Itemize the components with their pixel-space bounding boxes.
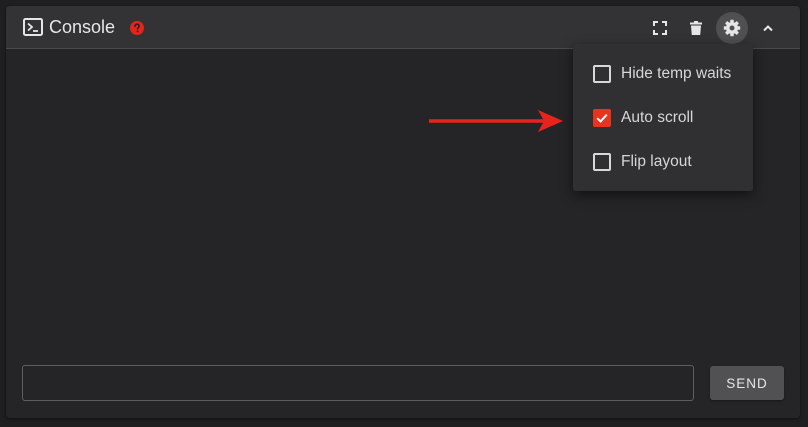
- gear-icon: [723, 19, 741, 37]
- send-button[interactable]: SEND: [710, 366, 784, 400]
- menu-item-hide-temp-waits[interactable]: Hide temp waits: [573, 54, 753, 94]
- menu-item-flip-layout[interactable]: Flip layout: [573, 142, 753, 182]
- auto-scroll-checkbox[interactable]: [593, 109, 611, 127]
- console-panel: Console Hide temp waits Auto scroll Flip…: [6, 6, 800, 418]
- settings-button[interactable]: [716, 12, 748, 44]
- menu-item-auto-scroll[interactable]: Auto scroll: [573, 98, 753, 138]
- menu-item-label: Hide temp waits: [621, 65, 732, 82]
- annotation-arrow-icon: [429, 110, 563, 132]
- trash-icon: [690, 21, 702, 35]
- collapse-button[interactable]: [752, 12, 784, 44]
- command-input[interactable]: [23, 366, 693, 400]
- flip-layout-checkbox[interactable]: [593, 153, 611, 171]
- menu-item-label: Auto scroll: [621, 109, 694, 126]
- settings-menu: Hide temp waits Auto scroll Flip layout: [573, 44, 753, 191]
- clear-console-button[interactable]: [680, 12, 712, 44]
- console-title: Console: [49, 17, 116, 37]
- hide-temp-waits-checkbox[interactable]: [593, 65, 611, 83]
- menu-item-label: Flip layout: [621, 153, 692, 170]
- help-circle-icon[interactable]: [130, 21, 144, 35]
- console-header: Console: [6, 6, 800, 49]
- fullscreen-button[interactable]: [644, 12, 676, 44]
- fullscreen-icon: [653, 21, 667, 35]
- chevron-up-icon: [762, 24, 774, 32]
- terminal-icon: [23, 18, 43, 36]
- command-input-box[interactable]: [22, 365, 694, 401]
- checkmark-icon: [596, 113, 608, 123]
